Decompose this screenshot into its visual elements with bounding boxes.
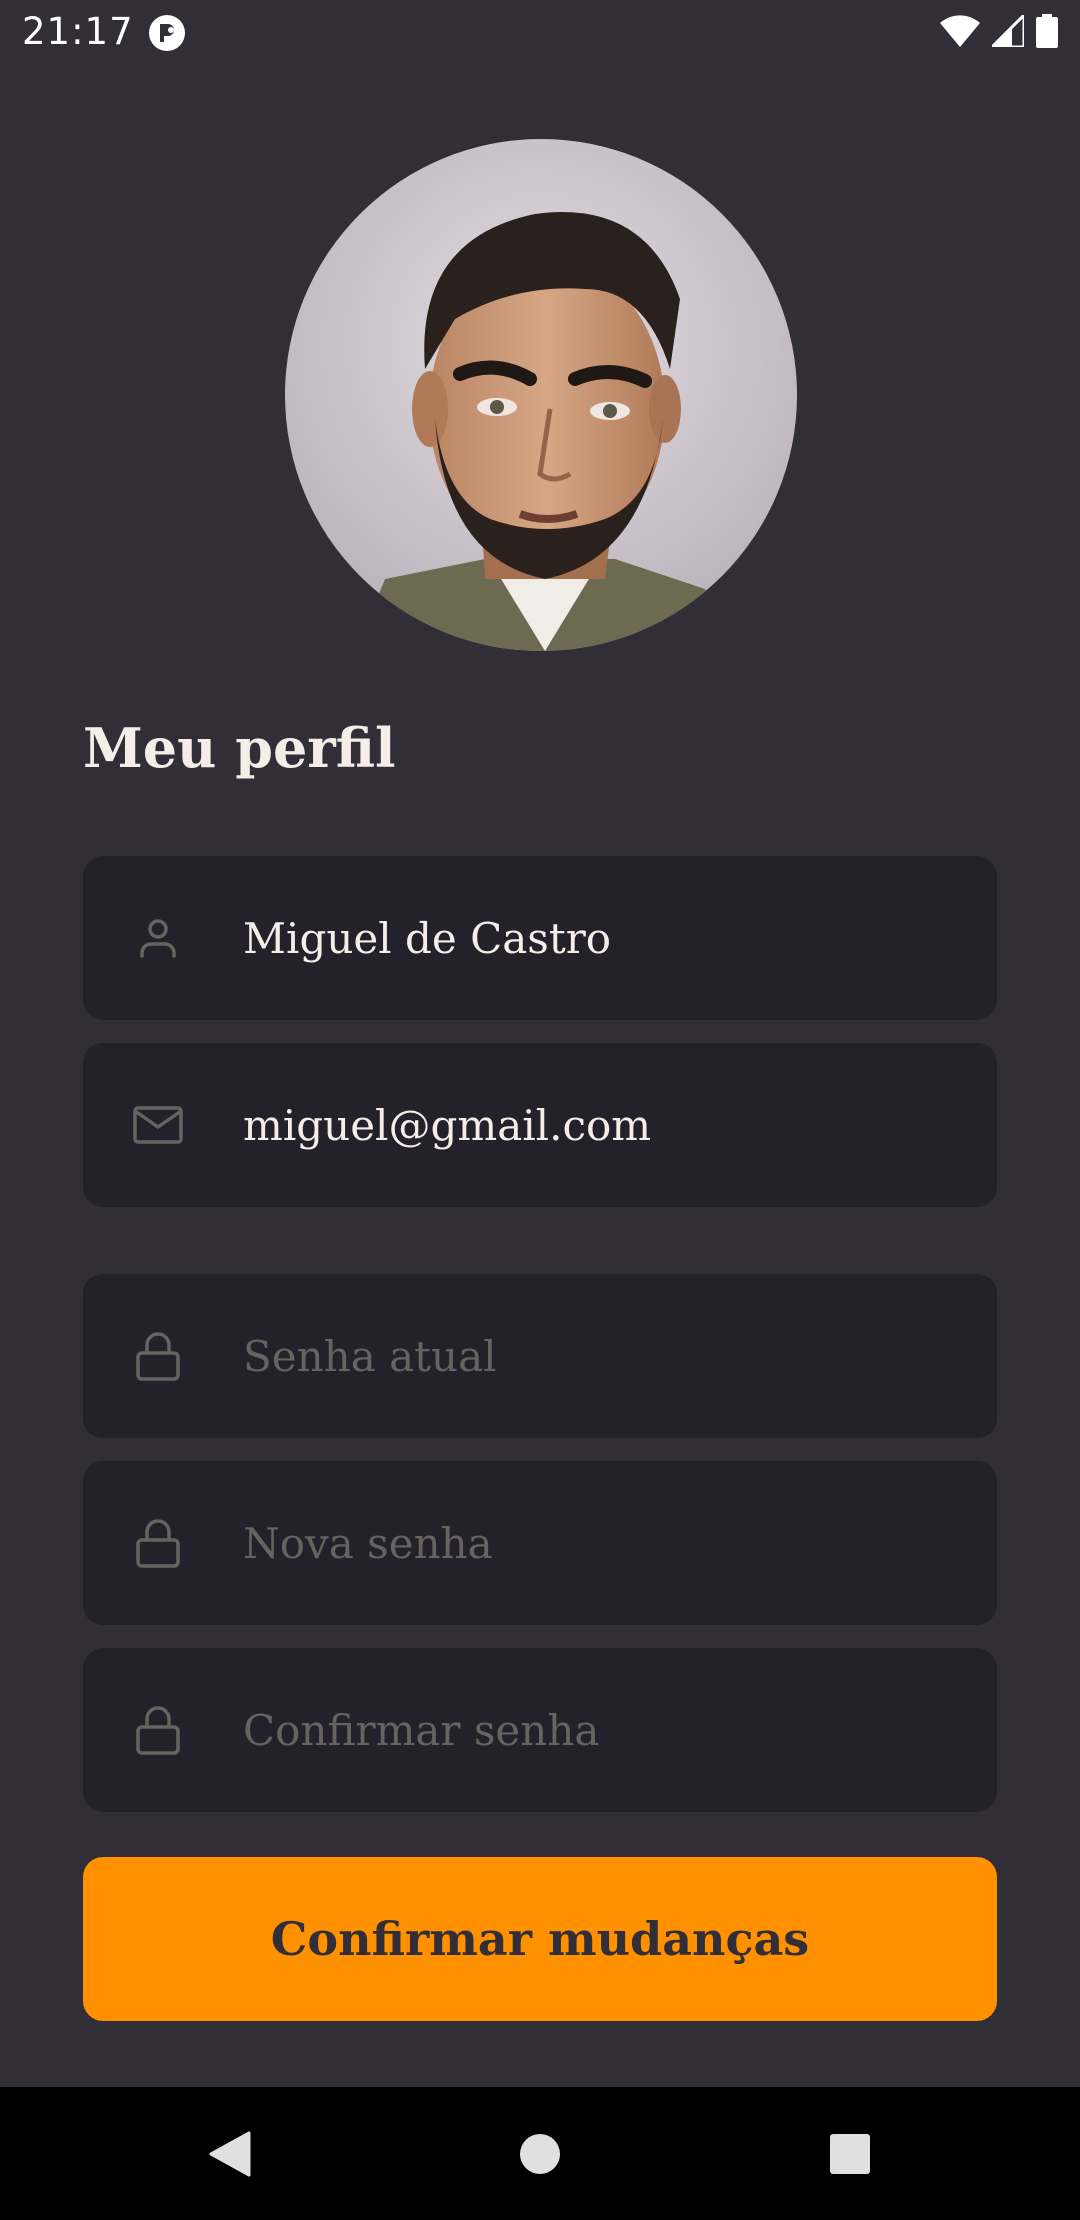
app-notification-icon xyxy=(148,14,186,52)
wifi-icon xyxy=(940,15,980,51)
back-icon[interactable] xyxy=(190,2114,270,2194)
email-input[interactable] xyxy=(243,1043,957,1207)
new-password-input[interactable] xyxy=(243,1461,957,1625)
cellular-signal-icon xyxy=(988,11,1026,51)
confirm-password-input[interactable] xyxy=(243,1648,957,1812)
confirm-changes-button[interactable]: Confirmar mudanças xyxy=(83,1857,997,2021)
lock-icon xyxy=(133,1705,183,1755)
email-field[interactable] xyxy=(83,1043,997,1207)
navigation-bar xyxy=(0,2087,1080,2220)
status-icons xyxy=(940,11,1058,52)
current-password-input[interactable] xyxy=(243,1274,957,1438)
profile-screen: 21:17 Meu perfil Miguel de Castro miguel… xyxy=(0,0,1080,2220)
home-icon[interactable] xyxy=(500,2114,580,2194)
avatar[interactable] xyxy=(285,139,797,651)
mail-icon xyxy=(133,1100,183,1150)
status-time: 21:17 xyxy=(22,10,134,53)
name-field[interactable] xyxy=(83,856,997,1020)
page-title: Meu perfil xyxy=(83,716,396,780)
lock-icon xyxy=(133,1331,183,1381)
recents-icon[interactable] xyxy=(810,2114,890,2194)
user-icon xyxy=(133,913,183,963)
new-password-field[interactable] xyxy=(83,1461,997,1625)
confirm-password-field[interactable] xyxy=(83,1648,997,1812)
name-input[interactable] xyxy=(243,856,957,1020)
current-password-field[interactable] xyxy=(83,1274,997,1438)
lock-icon xyxy=(133,1518,183,1568)
battery-icon xyxy=(1036,14,1058,52)
status-bar: 21:17 xyxy=(0,0,1080,66)
